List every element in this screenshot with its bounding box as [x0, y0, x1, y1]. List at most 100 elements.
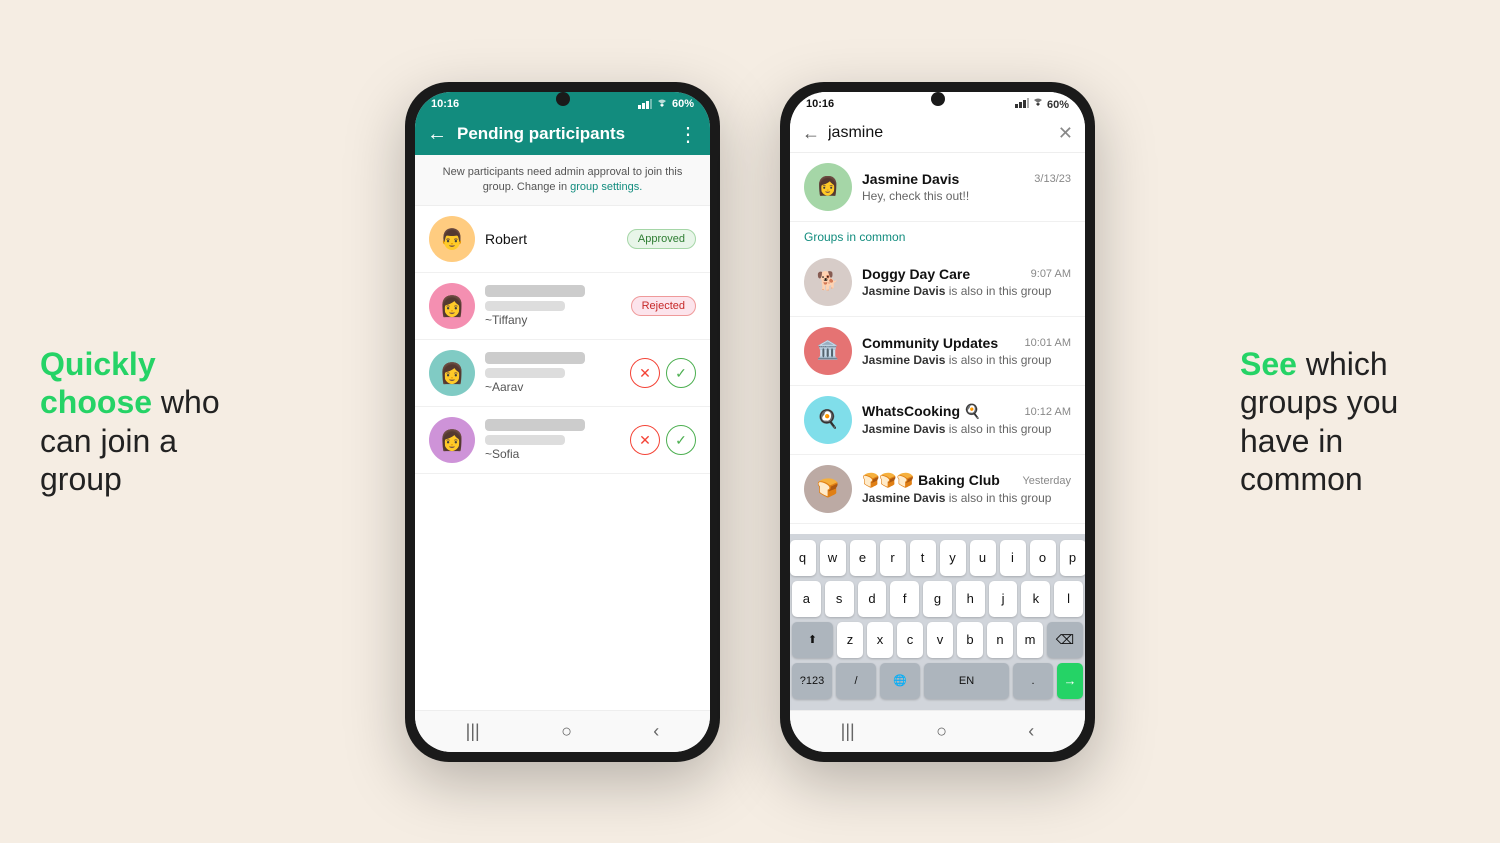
search-input[interactable] — [828, 124, 1050, 142]
key-y[interactable]: y — [940, 540, 966, 576]
key-slash[interactable]: / — [836, 663, 876, 699]
chat-name: Jasmine Davis — [862, 171, 959, 187]
phone2-battery: 60% — [1047, 99, 1069, 111]
key-i[interactable]: i — [1000, 540, 1026, 576]
group-msg: Jasmine Davis is also in this group — [862, 491, 1071, 505]
key-period[interactable]: . — [1013, 663, 1053, 699]
key-globe[interactable]: 🌐 — [880, 663, 920, 699]
group-time: 9:07 AM — [1031, 268, 1071, 280]
participant-info: Robert — [485, 231, 617, 247]
key-p[interactable]: p — [1060, 540, 1086, 576]
key-c[interactable]: c — [897, 622, 923, 658]
phone2-time: 10:16 — [806, 98, 834, 110]
participant-item: 👩 ~Sofia ✕ ✓ — [415, 407, 710, 474]
key-x[interactable]: x — [867, 622, 893, 658]
group-name: Community Updates — [862, 335, 998, 351]
search-back-button[interactable]: ← — [802, 123, 820, 144]
chat-info: WhatsCooking 🍳 10:12 AM Jasmine Davis is… — [862, 403, 1071, 436]
key-q[interactable]: q — [790, 540, 816, 576]
key-backspace[interactable]: ⌫ — [1047, 622, 1083, 658]
reject-button[interactable]: ✕ — [630, 358, 660, 388]
chat-item-jasmine[interactable]: 👩 Jasmine Davis 3/13/23 Hey, check this … — [790, 153, 1085, 222]
group-name: WhatsCooking 🍳 — [862, 403, 981, 420]
menu-button[interactable]: ⋮ — [678, 122, 698, 147]
bottom-nav: ||| ○ ‹ — [415, 710, 710, 752]
phone1-notch — [556, 92, 570, 106]
key-n[interactable]: n — [987, 622, 1013, 658]
key-r[interactable]: r — [880, 540, 906, 576]
chat-item-doggy[interactable]: 🐕 Doggy Day Care 9:07 AM Jasmine Davis i… — [790, 248, 1085, 317]
name-blurred — [485, 285, 585, 297]
key-z[interactable]: z — [837, 622, 863, 658]
avatar: 🍞 — [804, 465, 852, 513]
name-blurred — [485, 352, 585, 364]
rejected-badge: Rejected — [631, 296, 696, 316]
keyboard-row4: ?123 / 🌐 EN . → — [792, 663, 1083, 699]
group-settings-link[interactable]: group settings. — [570, 181, 642, 193]
right-highlight: See — [1240, 346, 1297, 382]
key-f[interactable]: f — [890, 581, 919, 617]
participant-info: ~Tiffany — [485, 285, 621, 327]
key-t[interactable]: t — [910, 540, 936, 576]
chat-name-row: Jasmine Davis 3/13/23 — [862, 171, 1071, 187]
key-shift[interactable]: ⬆ — [792, 622, 833, 658]
chat-list: 👩 Jasmine Davis 3/13/23 Hey, check this … — [790, 153, 1085, 534]
approved-badge: Approved — [627, 229, 696, 249]
key-h[interactable]: h — [956, 581, 985, 617]
chat-info: Jasmine Davis 3/13/23 Hey, check this ou… — [862, 171, 1071, 203]
key-l[interactable]: l — [1054, 581, 1083, 617]
approve-button[interactable]: ✓ — [666, 425, 696, 455]
key-g[interactable]: g — [923, 581, 952, 617]
back-button[interactable]: ← — [427, 123, 447, 146]
approve-button[interactable]: ✓ — [666, 358, 696, 388]
chat-item-community[interactable]: 🏛️ Community Updates 10:01 AM Jasmine Da… — [790, 317, 1085, 386]
key-d[interactable]: d — [858, 581, 887, 617]
key-send[interactable]: → — [1057, 663, 1083, 699]
reject-button[interactable]: ✕ — [630, 425, 660, 455]
chat-info: Community Updates 10:01 AM Jasmine Davis… — [862, 335, 1071, 367]
nav-back-icon: ‹ — [653, 721, 659, 742]
phone2-status-icons: 60% — [1015, 98, 1069, 111]
phone1-topbar: ← Pending participants ⋮ — [415, 114, 710, 155]
phone1-time: 10:16 — [431, 98, 459, 110]
key-s[interactable]: s — [825, 581, 854, 617]
group-msg: Jasmine Davis is also in this group — [862, 284, 1071, 298]
name-blurred — [485, 419, 585, 431]
phone1-inner: 10:16 60% ← Pending participants ⋮ New p… — [415, 92, 710, 752]
key-k[interactable]: k — [1021, 581, 1050, 617]
key-e[interactable]: e — [850, 540, 876, 576]
chat-item-pickup[interactable]: 🌳 Pickup in the park 3/11/23 — [790, 524, 1085, 534]
wifi-icon — [1032, 98, 1044, 108]
key-num[interactable]: ?123 — [792, 663, 832, 699]
key-v[interactable]: v — [927, 622, 953, 658]
key-u[interactable]: u — [970, 540, 996, 576]
chat-item-baking[interactable]: 🍞 🍞🍞🍞 Baking Club Yesterday Jasmine Davi… — [790, 455, 1085, 524]
phone-blurred — [485, 301, 565, 311]
key-m[interactable]: m — [1017, 622, 1043, 658]
action-buttons: ✕ ✓ — [630, 358, 696, 388]
key-o[interactable]: o — [1030, 540, 1056, 576]
keyboard-row3: ⬆ z x c v b n m ⌫ — [792, 622, 1083, 658]
page-container: Quickly choose who can join a group 10:1… — [0, 0, 1500, 843]
participant-alias: ~Sofia — [485, 447, 620, 461]
key-j[interactable]: j — [989, 581, 1018, 617]
chat-item-whatscooking[interactable]: 🍳 WhatsCooking 🍳 10:12 AM Jasmine Davis … — [790, 386, 1085, 455]
participant-item: 👩 ~Aarav ✕ ✓ — [415, 340, 710, 407]
clear-search-button[interactable]: ✕ — [1058, 123, 1073, 144]
wifi-icon — [656, 99, 668, 109]
key-a[interactable]: a — [792, 581, 821, 617]
key-space[interactable]: EN — [924, 663, 1009, 699]
avatar: 🍳 — [804, 396, 852, 444]
nav-home-icon: ○ — [936, 721, 947, 742]
key-b[interactable]: b — [957, 622, 983, 658]
participant-name: Robert — [485, 231, 617, 247]
phone1-battery: 60% — [672, 98, 694, 110]
avatar: 🏛️ — [804, 327, 852, 375]
phone1-frame: 10:16 60% ← Pending participants ⋮ New p… — [405, 82, 720, 762]
group-time: 10:12 AM — [1025, 406, 1071, 418]
group-time: 10:01 AM — [1025, 337, 1071, 349]
info-main: New participants need admin approval to … — [443, 166, 683, 193]
action-buttons: ✕ ✓ — [630, 425, 696, 455]
key-w[interactable]: w — [820, 540, 846, 576]
chat-info: Doggy Day Care 9:07 AM Jasmine Davis is … — [862, 266, 1071, 298]
